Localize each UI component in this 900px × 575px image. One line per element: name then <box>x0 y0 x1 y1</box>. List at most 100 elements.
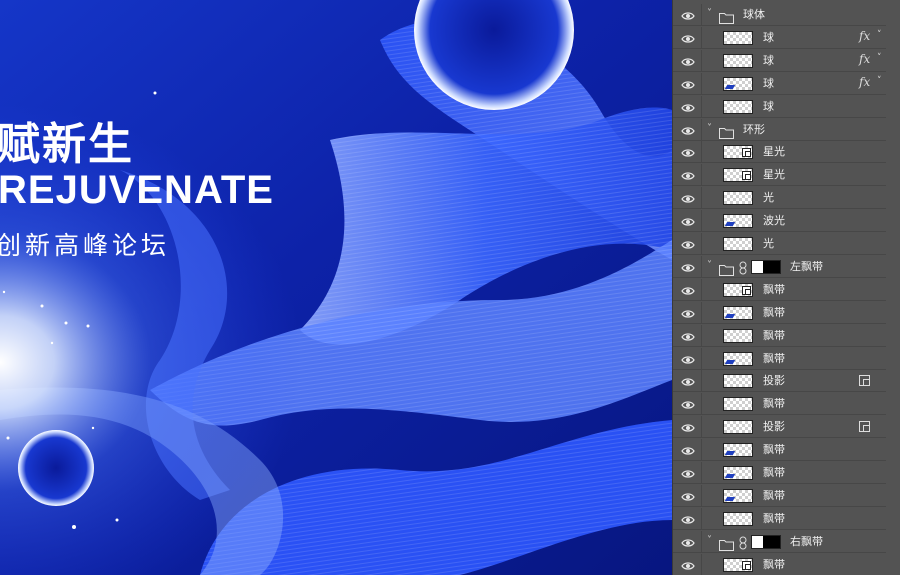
visibility-eye-icon[interactable] <box>681 397 695 411</box>
visibility-eye-icon[interactable] <box>681 145 695 159</box>
layer-row[interactable]: 飘带 <box>673 347 886 370</box>
layer-thumbnail[interactable] <box>723 351 753 366</box>
visibility-eye-icon[interactable] <box>681 489 695 503</box>
visibility-eye-icon[interactable] <box>681 237 695 251</box>
layer-thumbnail[interactable] <box>723 397 753 412</box>
layer-mask-thumbnail[interactable] <box>751 534 781 549</box>
layer-thumbnail[interactable] <box>723 557 753 572</box>
effects-chevron-icon[interactable]: ˅ <box>877 76 882 86</box>
effects-chevron-icon[interactable]: ˅ <box>877 53 882 63</box>
layer-group-row[interactable]: ˅ 球体 <box>673 4 886 26</box>
layer-thumbnail[interactable] <box>723 420 753 435</box>
layer-group-row[interactable]: ˅ 右飘带 <box>673 530 886 553</box>
mask-link-icon[interactable] <box>739 535 747 550</box>
layer-name[interactable]: 飘带 <box>763 305 785 321</box>
poster-canvas[interactable]: 赋新生 REJUVENATE 创新高峰论坛 <box>0 0 672 575</box>
visibility-eye-icon[interactable] <box>681 54 695 68</box>
mask-link-icon[interactable] <box>739 260 747 275</box>
layer-name[interactable]: 飘带 <box>763 351 785 367</box>
layer-row[interactable]: 波光 <box>673 210 886 233</box>
layer-name[interactable]: 飘带 <box>763 465 785 481</box>
visibility-eye-icon[interactable] <box>681 535 695 549</box>
layer-thumbnail[interactable] <box>723 328 753 343</box>
layer-group-row[interactable]: ˅ 环形 <box>673 118 886 141</box>
layer-row[interactable]: 飘带 <box>673 462 886 484</box>
layer-thumbnail[interactable] <box>723 466 753 480</box>
layer-name[interactable]: 飘带 <box>763 328 785 344</box>
chevron-down-icon[interactable]: ˅ <box>707 534 719 548</box>
layer-thumbnail[interactable] <box>723 145 753 160</box>
layer-row[interactable]: 星光 <box>673 141 886 164</box>
visibility-eye-icon[interactable] <box>681 306 695 320</box>
visibility-eye-icon[interactable] <box>681 420 695 434</box>
layer-name[interactable]: 右飘带 <box>790 534 823 550</box>
layer-thumbnail[interactable] <box>723 305 753 320</box>
visibility-eye-icon[interactable] <box>681 466 695 480</box>
layer-name[interactable]: 环形 <box>743 122 765 138</box>
layer-thumbnail[interactable] <box>723 488 753 503</box>
layer-effects-icon[interactable]: fx <box>859 75 870 89</box>
chevron-down-icon[interactable]: ˅ <box>707 7 719 21</box>
layer-name[interactable]: 投影 <box>763 419 785 435</box>
layer-row[interactable]: 飘带 <box>673 278 886 301</box>
layer-effects-icon[interactable]: fx <box>859 52 870 66</box>
layer-row[interactable]: 投影 <box>673 416 886 439</box>
layer-thumbnail[interactable] <box>723 30 753 45</box>
layer-name[interactable]: 光 <box>763 190 774 206</box>
layer-name[interactable]: 飘带 <box>763 282 785 298</box>
layer-row[interactable]: 飘带 <box>673 301 886 324</box>
visibility-eye-icon[interactable] <box>681 352 695 366</box>
layer-name[interactable]: 投影 <box>763 373 785 389</box>
layer-row[interactable]: 飘带 <box>673 439 886 462</box>
layer-row[interactable]: fx ˅ 球 <box>673 72 886 95</box>
layer-row[interactable]: 飘带 <box>673 507 886 530</box>
visibility-eye-icon[interactable] <box>681 558 695 572</box>
layer-row[interactable]: 飘带 <box>673 484 886 507</box>
layer-row[interactable]: fx ˅ 球 <box>673 26 886 49</box>
layer-row[interactable]: 飘带 <box>673 324 886 347</box>
layer-thumbnail[interactable] <box>723 191 753 206</box>
layer-name[interactable]: 球 <box>763 30 774 46</box>
layer-name[interactable]: 飘带 <box>763 396 785 412</box>
layer-row[interactable]: 球 <box>673 95 886 118</box>
visibility-eye-icon[interactable] <box>681 31 695 45</box>
layer-thumbnail[interactable] <box>723 237 753 251</box>
layer-thumbnail[interactable] <box>723 282 753 297</box>
layer-name[interactable]: 球体 <box>743 7 765 23</box>
layer-thumbnail[interactable] <box>723 214 753 229</box>
layer-name[interactable]: 飘带 <box>763 488 785 504</box>
layer-row[interactable]: 飘带 <box>673 393 886 416</box>
visibility-eye-icon[interactable] <box>681 512 695 526</box>
layer-name[interactable]: 星光 <box>763 167 785 183</box>
layer-thumbnail[interactable] <box>723 99 753 114</box>
visibility-eye-icon[interactable] <box>681 283 695 297</box>
visibility-eye-icon[interactable] <box>681 123 695 137</box>
layer-mask-thumbnail[interactable] <box>751 259 781 274</box>
layer-thumbnail[interactable] <box>723 168 753 183</box>
layer-row[interactable]: 光 <box>673 187 886 210</box>
layer-name[interactable]: 飘带 <box>763 557 785 573</box>
visibility-eye-icon[interactable] <box>681 374 695 388</box>
visibility-eye-icon[interactable] <box>681 8 695 22</box>
layer-name[interactable]: 波光 <box>763 213 785 229</box>
visibility-eye-icon[interactable] <box>681 100 695 114</box>
layer-row[interactable]: 飘带 <box>673 553 886 575</box>
layer-row[interactable]: fx ˅ 球 <box>673 49 886 72</box>
layer-thumbnail[interactable] <box>723 76 753 91</box>
layer-row[interactable]: 星光 <box>673 164 886 187</box>
visibility-eye-icon[interactable] <box>681 260 695 274</box>
visibility-eye-icon[interactable] <box>681 443 695 457</box>
layer-thumbnail[interactable] <box>723 53 753 68</box>
layer-thumbnail[interactable] <box>723 511 753 526</box>
effects-chevron-icon[interactable]: ˅ <box>877 30 882 40</box>
visibility-eye-icon[interactable] <box>681 214 695 228</box>
layer-name[interactable]: 星光 <box>763 144 785 160</box>
visibility-eye-icon[interactable] <box>681 191 695 205</box>
layer-group-row[interactable]: ˅ 左飘带 <box>673 255 886 278</box>
layer-thumbnail[interactable] <box>723 443 753 458</box>
visibility-eye-icon[interactable] <box>681 329 695 343</box>
visibility-eye-icon[interactable] <box>681 168 695 182</box>
layer-effects-icon[interactable]: fx <box>859 29 870 43</box>
layer-row[interactable]: 投影 <box>673 370 886 393</box>
layer-name[interactable]: 球 <box>763 99 774 115</box>
